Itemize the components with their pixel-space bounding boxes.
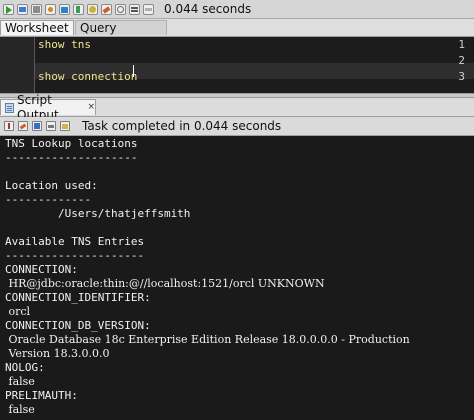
output-line: /Users/thatjeffsmith <box>5 207 191 220</box>
output-line: Location used: <box>5 179 98 192</box>
tab-query-builder[interactable]: Query Builder <box>75 20 167 50</box>
output-line: PRELIMAUTH: <box>5 389 78 402</box>
line-number: 3 <box>458 70 465 83</box>
script-output-area[interactable]: TNS Lookup locations -------------------… <box>0 136 474 420</box>
output-tabs: Script Output × <box>0 93 474 122</box>
pin-icon[interactable] <box>4 121 14 131</box>
output-line: Available TNS Entries <box>5 235 145 248</box>
output-toolbar: Task completed in 0.044 seconds <box>0 117 474 136</box>
output-line: TNS Lookup locations <box>5 137 138 150</box>
editor-tabs: Worksheet Query Builder <box>0 19 474 50</box>
elapsed-time: 0.044 seconds <box>164 2 252 16</box>
output-line: --------------------- <box>5 249 145 262</box>
save-icon[interactable] <box>32 121 42 131</box>
text-caret <box>133 65 134 77</box>
task-status: Task completed in 0.044 seconds <box>82 119 282 133</box>
clear-output-icon[interactable] <box>18 121 28 131</box>
line-number: 1 <box>458 38 465 51</box>
format-icon[interactable] <box>129 3 140 15</box>
run-script-icon[interactable] <box>17 3 28 15</box>
output-line: CONNECTION: <box>5 263 78 276</box>
output-line: HR@jdbc:oracle:thin:@//localhost:1521/or… <box>5 277 325 290</box>
close-icon[interactable]: × <box>87 100 95 115</box>
worksheet-toolbar: 0.044 seconds <box>0 0 474 19</box>
tab-worksheet[interactable]: Worksheet <box>0 20 74 35</box>
code-line[interactable]: show tns <box>38 37 91 53</box>
output-line: CONNECTION_IDENTIFIER: <box>5 291 151 304</box>
code-line[interactable]: show connection <box>38 69 137 85</box>
print-icon[interactable] <box>46 121 56 131</box>
rollback-icon[interactable] <box>45 3 56 15</box>
output-line: false <box>5 375 35 388</box>
open-file-icon[interactable] <box>60 121 70 131</box>
unshared-icon[interactable] <box>143 3 154 15</box>
line-number: 2 <box>458 54 465 67</box>
autotrace-icon[interactable] <box>73 3 84 15</box>
sql-editor[interactable]: 1 2 3 show tns show connection <box>0 37 474 93</box>
line-number-gutter <box>0 37 34 93</box>
tab-script-output[interactable]: Script Output × <box>0 93 96 122</box>
output-line: -------------------- <box>5 151 138 164</box>
output-line: ------------- <box>5 193 92 206</box>
output-line: CONNECTION_DB_VERSION: <box>5 319 151 332</box>
output-line: Version 18.3.0.0.0 <box>5 347 110 360</box>
output-line: Oracle Database 18c Enterprise Edition R… <box>5 333 410 346</box>
clear-icon[interactable] <box>101 3 112 15</box>
output-line: false <box>5 403 35 416</box>
sql-tuning-icon[interactable] <box>87 3 98 15</box>
sql-history-icon[interactable] <box>115 3 126 15</box>
explain-plan-icon[interactable] <box>59 3 70 15</box>
output-line: orcl <box>5 305 31 318</box>
commit-icon[interactable] <box>31 3 42 15</box>
run-statement-icon[interactable] <box>3 3 14 15</box>
script-output-icon <box>5 102 14 113</box>
output-line: NOLOG: <box>5 361 45 374</box>
